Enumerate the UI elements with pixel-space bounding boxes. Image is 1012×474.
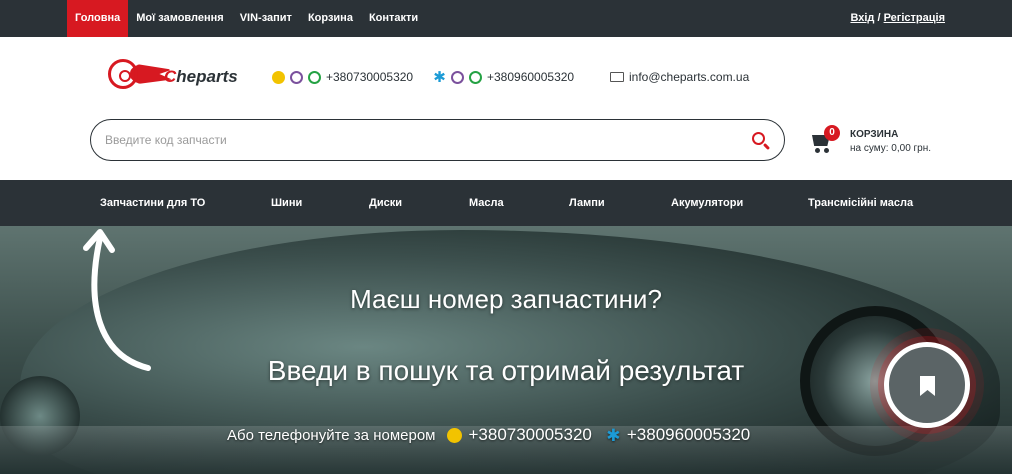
top-nav-vin-request[interactable]: VIN-запит bbox=[232, 0, 300, 37]
contact-email: info@cheparts.com.ua bbox=[610, 70, 749, 84]
bookmark-icon bbox=[920, 376, 935, 396]
hero-phone-2[interactable]: +380960005320 bbox=[627, 425, 750, 445]
auth-links: Вхід / Регістрація bbox=[850, 0, 945, 37]
viber-icon[interactable] bbox=[451, 70, 464, 84]
top-nav-contacts[interactable]: Контакти bbox=[361, 0, 426, 37]
category-maintenance-parts[interactable]: Запчастини для ТО bbox=[100, 180, 205, 226]
top-nav-cart[interactable]: Корзина bbox=[300, 0, 361, 37]
contact-phone-1: +380730005320 bbox=[272, 70, 413, 84]
cart-widget[interactable]: 0 КОРЗИНА на суму: 0,00 грн. bbox=[808, 125, 958, 161]
hero-phone-1[interactable]: +380730005320 bbox=[468, 425, 591, 445]
callback-button[interactable] bbox=[884, 342, 970, 428]
hero-phones: Або телефонуйте за номером +380730005320… bbox=[227, 425, 764, 445]
top-bar: Головна Мої замовлення VIN-запит Корзина… bbox=[0, 0, 1012, 37]
header: Cheparts +380730005320 ✱ +380960005320 i… bbox=[0, 37, 1012, 180]
kyivstar-icon: ✱ bbox=[433, 68, 446, 86]
top-nav-home[interactable]: Головна bbox=[67, 0, 129, 37]
email-link[interactable]: info@cheparts.com.ua bbox=[629, 70, 749, 84]
cart-title: КОРЗИНА bbox=[850, 129, 899, 140]
top-nav-my-orders[interactable]: Мої замовлення bbox=[128, 0, 231, 37]
category-nav: Запчастини для ТО Шини Диски Масла Лампи… bbox=[0, 180, 1012, 226]
category-batteries[interactable]: Акумулятори bbox=[671, 180, 743, 226]
category-oils[interactable]: Масла bbox=[469, 180, 504, 226]
cart-count-badge: 0 bbox=[824, 125, 840, 141]
site-logo[interactable]: Cheparts bbox=[108, 57, 258, 97]
whatsapp-icon[interactable] bbox=[469, 70, 482, 84]
viber-icon[interactable] bbox=[290, 70, 303, 84]
whatsapp-icon[interactable] bbox=[308, 70, 321, 84]
kyivstar-icon: ✱ bbox=[606, 425, 621, 445]
category-transmission-oils[interactable]: Трансмісійні масла bbox=[808, 180, 913, 226]
hero-call-label: Або телефонуйте за номером bbox=[227, 426, 436, 444]
search-bar bbox=[90, 119, 785, 161]
cart-icon[interactable]: 0 bbox=[808, 125, 840, 155]
search-icon[interactable] bbox=[750, 130, 772, 152]
cart-sum: на суму: 0,00 грн. bbox=[850, 143, 932, 154]
logo-wheel-icon bbox=[108, 59, 138, 89]
lifecell-icon bbox=[447, 427, 463, 443]
hero-headline: Маєш номер запчастини? bbox=[350, 284, 662, 314]
category-tires[interactable]: Шини bbox=[271, 180, 302, 226]
lifecell-icon bbox=[272, 70, 285, 84]
register-link[interactable]: Регістрація bbox=[884, 12, 945, 24]
mail-icon bbox=[610, 72, 624, 82]
logo-text: Cheparts bbox=[164, 67, 238, 86]
search-input[interactable] bbox=[105, 120, 725, 160]
category-wheels[interactable]: Диски bbox=[369, 180, 402, 226]
phone-1-link[interactable]: +380730005320 bbox=[326, 70, 413, 84]
hero-banner: Маєш номер запчастини? Введи в пошук та … bbox=[0, 226, 1012, 474]
contact-phone-2: ✱ +380960005320 bbox=[433, 68, 574, 86]
category-lamps[interactable]: Лампи bbox=[569, 180, 605, 226]
hero-subheadline: Введи в пошук та отримай результат bbox=[267, 355, 745, 386]
top-nav: Головна Мої замовлення VIN-запит Корзина… bbox=[67, 0, 426, 37]
phone-2-link[interactable]: +380960005320 bbox=[487, 70, 574, 84]
auth-separator: / bbox=[874, 12, 884, 24]
login-link[interactable]: Вхід bbox=[850, 12, 874, 24]
